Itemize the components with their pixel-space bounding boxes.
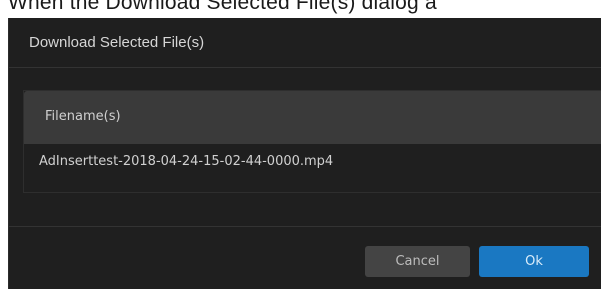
filename-cell: AdInserttest-2018-04-24-15-02-44-0000.mp… bbox=[39, 154, 334, 169]
file-table-header: Filename(s) bbox=[24, 91, 601, 144]
cancel-button[interactable]: Cancel bbox=[365, 246, 470, 277]
filename-column-header: Filename(s) bbox=[45, 109, 121, 124]
dialog-footer: Cancel Ok bbox=[9, 226, 601, 289]
ok-button[interactable]: Ok bbox=[479, 246, 589, 277]
download-dialog: Download Selected File(s) Filename(s) Ad… bbox=[8, 18, 601, 289]
table-row: AdInserttest-2018-04-24-15-02-44-0000.mp… bbox=[24, 144, 601, 180]
document-caption: When the Download Selected File(s) dialo… bbox=[8, 0, 437, 14]
dialog-header: Download Selected File(s) bbox=[9, 18, 601, 68]
dialog-title: Download Selected File(s) bbox=[29, 34, 205, 51]
file-table: Filename(s) AdInserttest-2018-04-24-15-0… bbox=[23, 90, 601, 193]
